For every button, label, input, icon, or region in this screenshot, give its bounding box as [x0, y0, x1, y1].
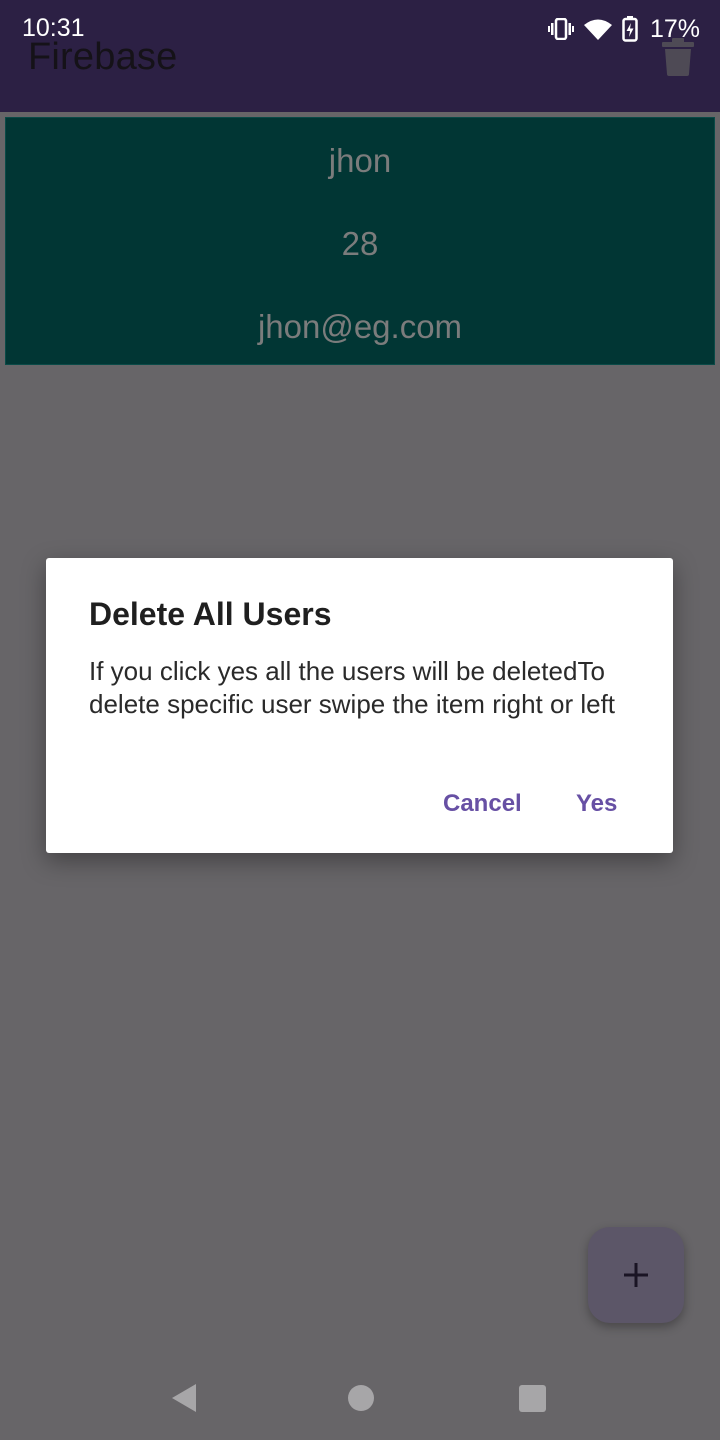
plus-icon: [624, 1263, 648, 1287]
battery-percent: 17%: [649, 14, 700, 43]
user-age: 28: [341, 225, 379, 262]
user-email: jhon@eg.com: [257, 308, 463, 345]
status-icons: 17%: [547, 12, 700, 46]
recents-icon[interactable]: [519, 1385, 546, 1412]
delete-dialog: Delete All Users If you click yes all th…: [46, 558, 673, 853]
battery-charging-icon: [622, 16, 638, 42]
user-card[interactable]: jhon 28 jhon@eg.com: [5, 117, 715, 365]
status-time: 10:31: [22, 14, 85, 42]
vibrate-icon: [547, 18, 574, 40]
dialog-title: Delete All Users: [89, 596, 332, 632]
add-user-fab[interactable]: [588, 1227, 684, 1323]
cancel-button[interactable]: Cancel: [443, 790, 522, 818]
user-name: jhon: [328, 142, 392, 179]
home-icon[interactable]: [348, 1385, 374, 1411]
dialog-message: If you click yes all the users will be d…: [89, 656, 616, 719]
yes-button[interactable]: Yes: [576, 790, 617, 818]
back-icon[interactable]: [170, 1382, 198, 1414]
wifi-icon: [583, 19, 612, 40]
